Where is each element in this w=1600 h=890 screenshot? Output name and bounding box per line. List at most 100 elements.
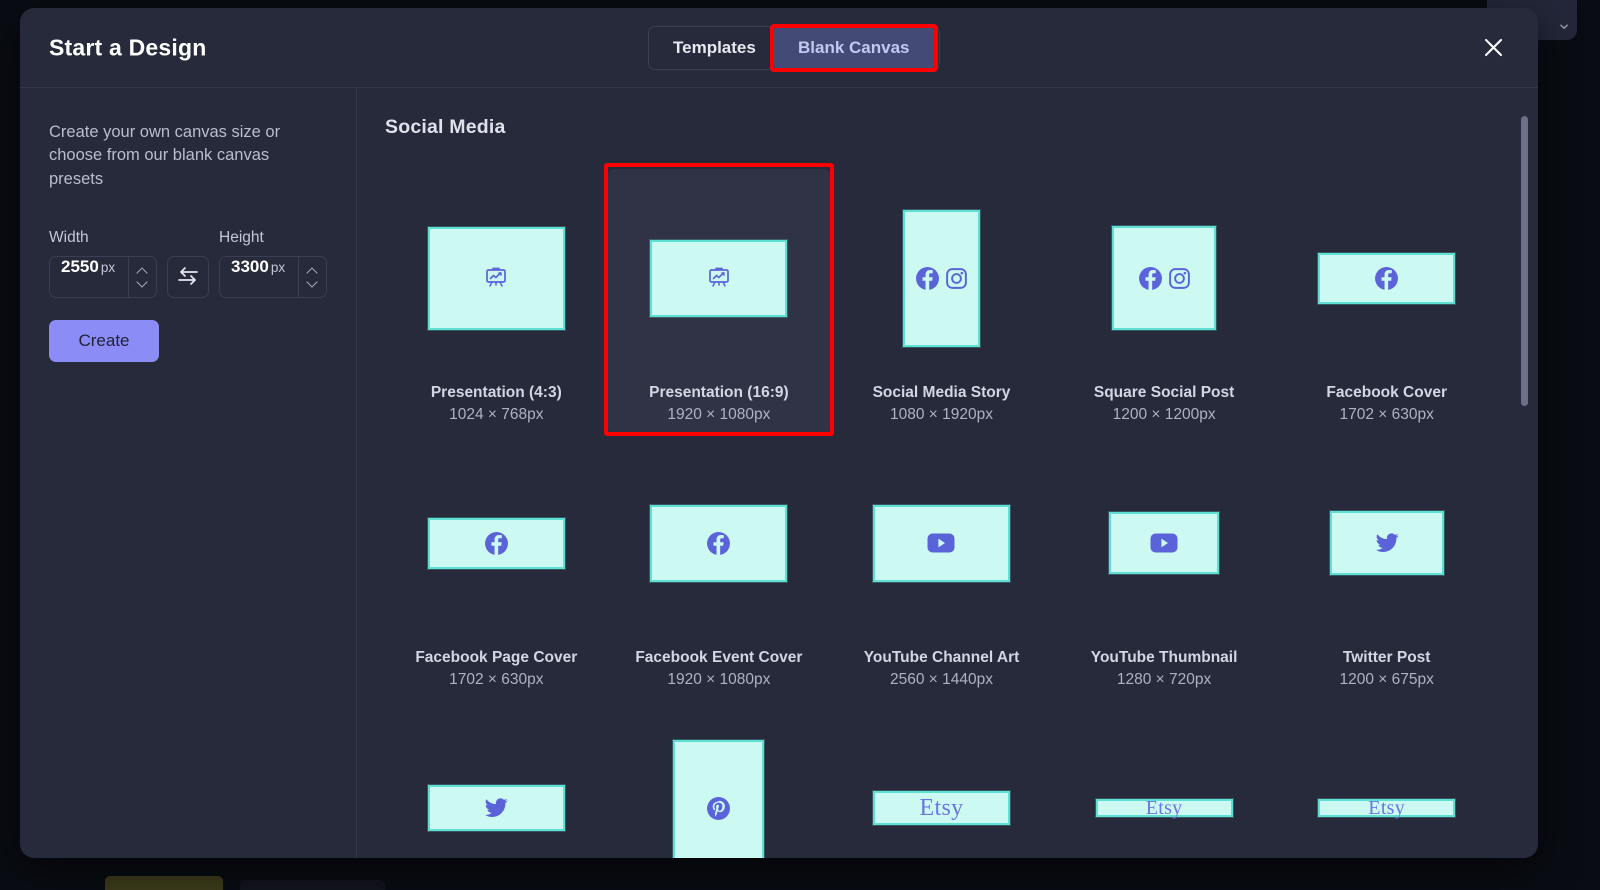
start-a-design-modal: Start a Design Templates Blank Canvas Bl… <box>20 8 1538 858</box>
preset-thumbnail <box>1109 512 1219 574</box>
preset-card[interactable]: Presentation (4:3)1024 × 768px <box>385 169 608 434</box>
height-value-wrap[interactable]: 3300 px <box>220 257 298 297</box>
preset-thumbnail <box>903 210 980 347</box>
preset-card[interactable]: Square Social Post1200 × 1200px <box>1053 169 1276 434</box>
width-input[interactable]: 2550 px <box>49 256 157 298</box>
scrollbar[interactable] <box>1521 116 1528 858</box>
preset-card[interactable]: Presentation (16:9) 1920 × 1080px <box>608 169 831 434</box>
preset-name: Square Social Post <box>1094 383 1234 403</box>
preset-card[interactable]: Twitter Post 1200 × 675px <box>1275 434 1498 699</box>
chevron-up-icon[interactable] <box>138 269 147 274</box>
preset-size: 1920 × 1080px <box>667 671 770 689</box>
preset-thumbnail <box>650 240 787 317</box>
chevron-down-icon[interactable]: ⌄ <box>1556 14 1572 33</box>
preset-thumbnail-area <box>389 440 604 646</box>
preset-card[interactable]: EtsyEtsy Mini Banner3360 × 448px <box>1053 699 1276 858</box>
etsy-wordmark: Etsy <box>1146 797 1183 820</box>
preset-card[interactable]: Social Media Story1080 × 1920px <box>830 169 1053 434</box>
width-stepper[interactable] <box>128 257 156 297</box>
youtube-icon <box>1150 533 1178 553</box>
preset-thumbnail-area <box>834 440 1049 646</box>
presentation-icon <box>483 265 509 291</box>
etsy-icon-small: Etsy <box>1146 797 1183 820</box>
preset-card[interactable]: EtsyEtsy Order Receipt Banner760 × 100px <box>1275 699 1498 858</box>
preset-thumbnail: Etsy <box>873 791 1010 825</box>
twitter-icon <box>482 796 510 820</box>
preset-size: 1280 × 720px <box>1117 671 1211 689</box>
preset-size: 1702 × 630px <box>449 671 543 689</box>
preset-thumbnail-area <box>389 705 604 858</box>
preset-card[interactable]: Twitter Header1500 × 500px <box>385 699 608 858</box>
preset-size: 1200 × 675px <box>1340 671 1434 689</box>
preset-thumbnail <box>1112 226 1216 330</box>
create-button[interactable]: Create <box>49 320 159 362</box>
preset-thumbnail <box>428 518 565 569</box>
modal-body: Create your own canvas size or choose fr… <box>20 88 1538 858</box>
modal-header: Start a Design Templates Blank Canvas Bl… <box>20 8 1538 88</box>
preset-card[interactable]: YouTube Channel Art2560 × 1440px <box>830 434 1053 699</box>
width-value: 2550 <box>61 257 99 277</box>
swap-arrows-icon <box>177 267 199 288</box>
preset-card[interactable]: Facebook Cover1702 × 630px <box>1275 169 1498 434</box>
preset-thumbnail-area <box>389 175 604 381</box>
preset-thumbnail-area <box>612 175 827 381</box>
preset-card[interactable]: EtsyEtsy Big Banner3360 × 840px <box>830 699 1053 858</box>
preset-name: YouTube Thumbnail <box>1091 648 1238 668</box>
preset-name: Facebook Cover <box>1326 383 1447 403</box>
dimension-inputs-row: 2550 px <box>49 256 327 298</box>
preset-card[interactable]: Facebook Event Cover1920 × 1080px <box>608 434 831 699</box>
height-stepper[interactable] <box>298 257 326 297</box>
preset-card[interactable]: Facebook Page Cover 1702 × 630px <box>385 434 608 699</box>
preset-thumbnail-area <box>1057 440 1272 646</box>
scrollbar-thumb[interactable] <box>1521 116 1528 406</box>
preset-thumbnail <box>428 227 565 330</box>
facebook-instagram-icon <box>1138 266 1191 291</box>
preset-grid: Presentation (4:3)1024 × 768px Presentat… <box>385 169 1498 858</box>
height-label: Height <box>219 229 264 247</box>
height-value: 3300 <box>231 257 269 277</box>
preset-size: 1024 × 768px <box>449 406 543 424</box>
preset-name: Twitter Post <box>1343 648 1431 668</box>
preset-thumbnail-area: Etsy <box>834 705 1049 858</box>
height-unit: px <box>271 260 285 275</box>
preset-thumbnail-area <box>1057 175 1272 381</box>
section-title: Social Media <box>385 116 1498 139</box>
chevron-down-icon[interactable] <box>308 280 317 285</box>
facebook-icon <box>1374 266 1399 291</box>
dimension-labels: Width Height <box>49 229 327 247</box>
tab-blank-canvas[interactable]: Blank Canvas <box>774 28 934 68</box>
twitter-icon <box>1373 531 1401 555</box>
facebook-icon <box>484 531 509 556</box>
preset-thumbnail-area <box>834 175 1049 381</box>
preset-card[interactable]: YouTube Thumbnail 1280 × 720px <box>1053 434 1276 699</box>
chevron-up-icon[interactable] <box>308 269 317 274</box>
presets-content: Social Media Presentation (4:3)1024 × 76… <box>357 88 1538 858</box>
preset-thumbnail-area <box>612 440 827 646</box>
preset-thumbnail <box>428 785 565 831</box>
height-input[interactable]: 3300 px <box>219 256 327 298</box>
preset-card[interactable]: Pinterest Pin1000 × 1500px <box>608 699 831 858</box>
preset-name: Presentation (16:9) <box>649 383 789 403</box>
width-unit: px <box>101 260 115 275</box>
preset-thumbnail <box>650 505 787 582</box>
width-value-wrap[interactable]: 2550 px <box>50 257 128 297</box>
preset-thumbnail <box>1318 253 1455 304</box>
swap-dimensions-button[interactable] <box>167 256 209 298</box>
chevron-down-icon[interactable] <box>138 280 147 285</box>
preset-size: 1920 × 1080px <box>667 406 770 424</box>
preset-thumbnail-area <box>612 705 827 858</box>
etsy-icon: Etsy <box>920 795 964 822</box>
close-icon <box>1484 38 1503 57</box>
preset-name: Facebook Page Cover <box>415 648 577 668</box>
preset-thumbnail: Etsy <box>1318 799 1455 817</box>
etsy-wordmark: Etsy <box>920 795 964 822</box>
facebook-icon <box>706 531 731 556</box>
background-tab-strip-secondary <box>240 880 385 890</box>
preset-thumbnail-area <box>1279 440 1494 646</box>
youtube-icon <box>927 533 955 553</box>
preset-size: 2560 × 1440px <box>890 671 993 689</box>
tab-templates[interactable]: Templates <box>649 27 780 69</box>
pinterest-icon <box>706 796 731 821</box>
sidebar-description: Create your own canvas size or choose fr… <box>49 121 299 191</box>
close-button[interactable] <box>1476 31 1510 65</box>
